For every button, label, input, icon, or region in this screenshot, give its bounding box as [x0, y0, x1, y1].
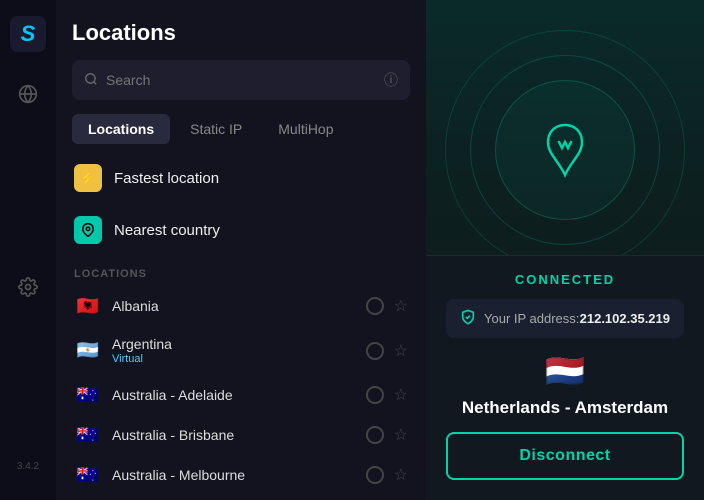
logo-center — [535, 120, 595, 180]
fastest-location-item[interactable]: ⚡ Fastest location — [64, 154, 418, 202]
tab-locations[interactable]: Locations — [72, 114, 170, 144]
country-name-au-adelaide: Australia - Adelaide — [112, 387, 356, 403]
albania-star[interactable]: ☆ — [394, 296, 408, 316]
country-item-au-perth[interactable]: 🇦🇺 Australia - Perth ☆ — [64, 495, 418, 500]
au-adelaide-star[interactable]: ☆ — [394, 385, 408, 405]
au-melbourne-radio[interactable] — [366, 466, 384, 484]
country-name-au-brisbane: Australia - Brisbane — [112, 427, 356, 443]
au-brisbane-star[interactable]: ☆ — [394, 425, 408, 445]
au-brisbane-actions: ☆ — [366, 425, 408, 445]
ip-label-wrap: Your IP address: — [460, 309, 579, 328]
fastest-label: Fastest location — [114, 170, 219, 187]
fastest-icon: ⚡ — [74, 164, 102, 192]
search-input[interactable] — [106, 72, 376, 88]
flag-argentina: 🇦🇷 — [74, 341, 102, 361]
country-item-au-adelaide[interactable]: 🇦🇺 Australia - Adelaide ☆ — [64, 375, 418, 415]
right-panel: CONNECTED Your IP address: 212.102.35.21… — [426, 0, 704, 500]
section-header: LOCATIONS — [64, 258, 418, 286]
sidebar: S 3.4.2 — [0, 0, 56, 500]
au-melbourne-actions: ☆ — [366, 465, 408, 485]
flag-au-brisbane: 🇦🇺 — [74, 425, 102, 445]
info-icon[interactable]: ⓘ — [384, 70, 398, 90]
country-item-au-melbourne[interactable]: 🇦🇺 Australia - Melbourne ☆ — [64, 455, 418, 495]
tabs-container: Locations Static IP MultiHop — [72, 114, 410, 144]
country-item-au-brisbane[interactable]: 🇦🇺 Australia - Brisbane ☆ — [64, 415, 418, 455]
argentina-radio[interactable] — [366, 342, 384, 360]
ip-row: Your IP address: 212.102.35.219 — [446, 299, 684, 338]
version-label: 3.4.2 — [17, 461, 39, 476]
ip-check-icon — [460, 309, 476, 328]
argentina-actions: ☆ — [366, 341, 408, 361]
panel-header: Locations ⓘ Locations Static IP MultiHop — [56, 0, 426, 144]
settings-icon[interactable] — [10, 269, 46, 305]
au-adelaide-actions: ☆ — [366, 385, 408, 405]
circle-background — [445, 30, 685, 270]
nearest-country-item[interactable]: Nearest country — [64, 206, 418, 254]
locations-list: ⚡ Fastest location Nearest country LOCAT… — [56, 144, 426, 500]
search-bar: ⓘ — [72, 60, 410, 100]
search-icon — [84, 72, 98, 89]
country-name-albania: Albania — [112, 298, 356, 314]
ip-address-value: 212.102.35.219 — [580, 311, 670, 326]
connected-card: CONNECTED Your IP address: 212.102.35.21… — [426, 255, 704, 500]
globe-icon[interactable] — [10, 76, 46, 112]
flag-albania: 🇦🇱 — [74, 296, 102, 316]
logo-icon[interactable]: S — [10, 16, 46, 52]
au-adelaide-radio[interactable] — [366, 386, 384, 404]
page-title: Locations — [72, 20, 410, 46]
connection-status: CONNECTED — [446, 272, 684, 287]
left-panel: Locations ⓘ Locations Static IP MultiHop… — [56, 0, 426, 500]
nearest-label: Nearest country — [114, 222, 220, 239]
country-name-au-melbourne: Australia - Melbourne — [112, 467, 356, 483]
ip-label: Your IP address: — [484, 311, 579, 326]
au-melbourne-star[interactable]: ☆ — [394, 465, 408, 485]
location-display: 🇳🇱 Netherlands - Amsterdam — [446, 352, 684, 418]
tab-multihop[interactable]: MultiHop — [262, 114, 349, 144]
au-brisbane-radio[interactable] — [366, 426, 384, 444]
flag-au-melbourne: 🇦🇺 — [74, 465, 102, 485]
argentina-star[interactable]: ☆ — [394, 341, 408, 361]
country-item-argentina[interactable]: 🇦🇷 Argentina Virtual ☆ — [64, 326, 418, 375]
virtual-tag-argentina: Virtual — [112, 353, 356, 365]
country-name-argentina: Argentina Virtual — [112, 336, 356, 365]
location-name: Netherlands - Amsterdam — [462, 398, 668, 418]
country-item-albania[interactable]: 🇦🇱 Albania ☆ — [64, 286, 418, 326]
disconnect-button[interactable]: Disconnect — [446, 432, 684, 480]
albania-actions: ☆ — [366, 296, 408, 316]
flag-au-adelaide: 🇦🇺 — [74, 385, 102, 405]
location-flag: 🇳🇱 — [545, 352, 585, 390]
tab-static-ip[interactable]: Static IP — [174, 114, 258, 144]
nearest-icon — [74, 216, 102, 244]
albania-radio[interactable] — [366, 297, 384, 315]
